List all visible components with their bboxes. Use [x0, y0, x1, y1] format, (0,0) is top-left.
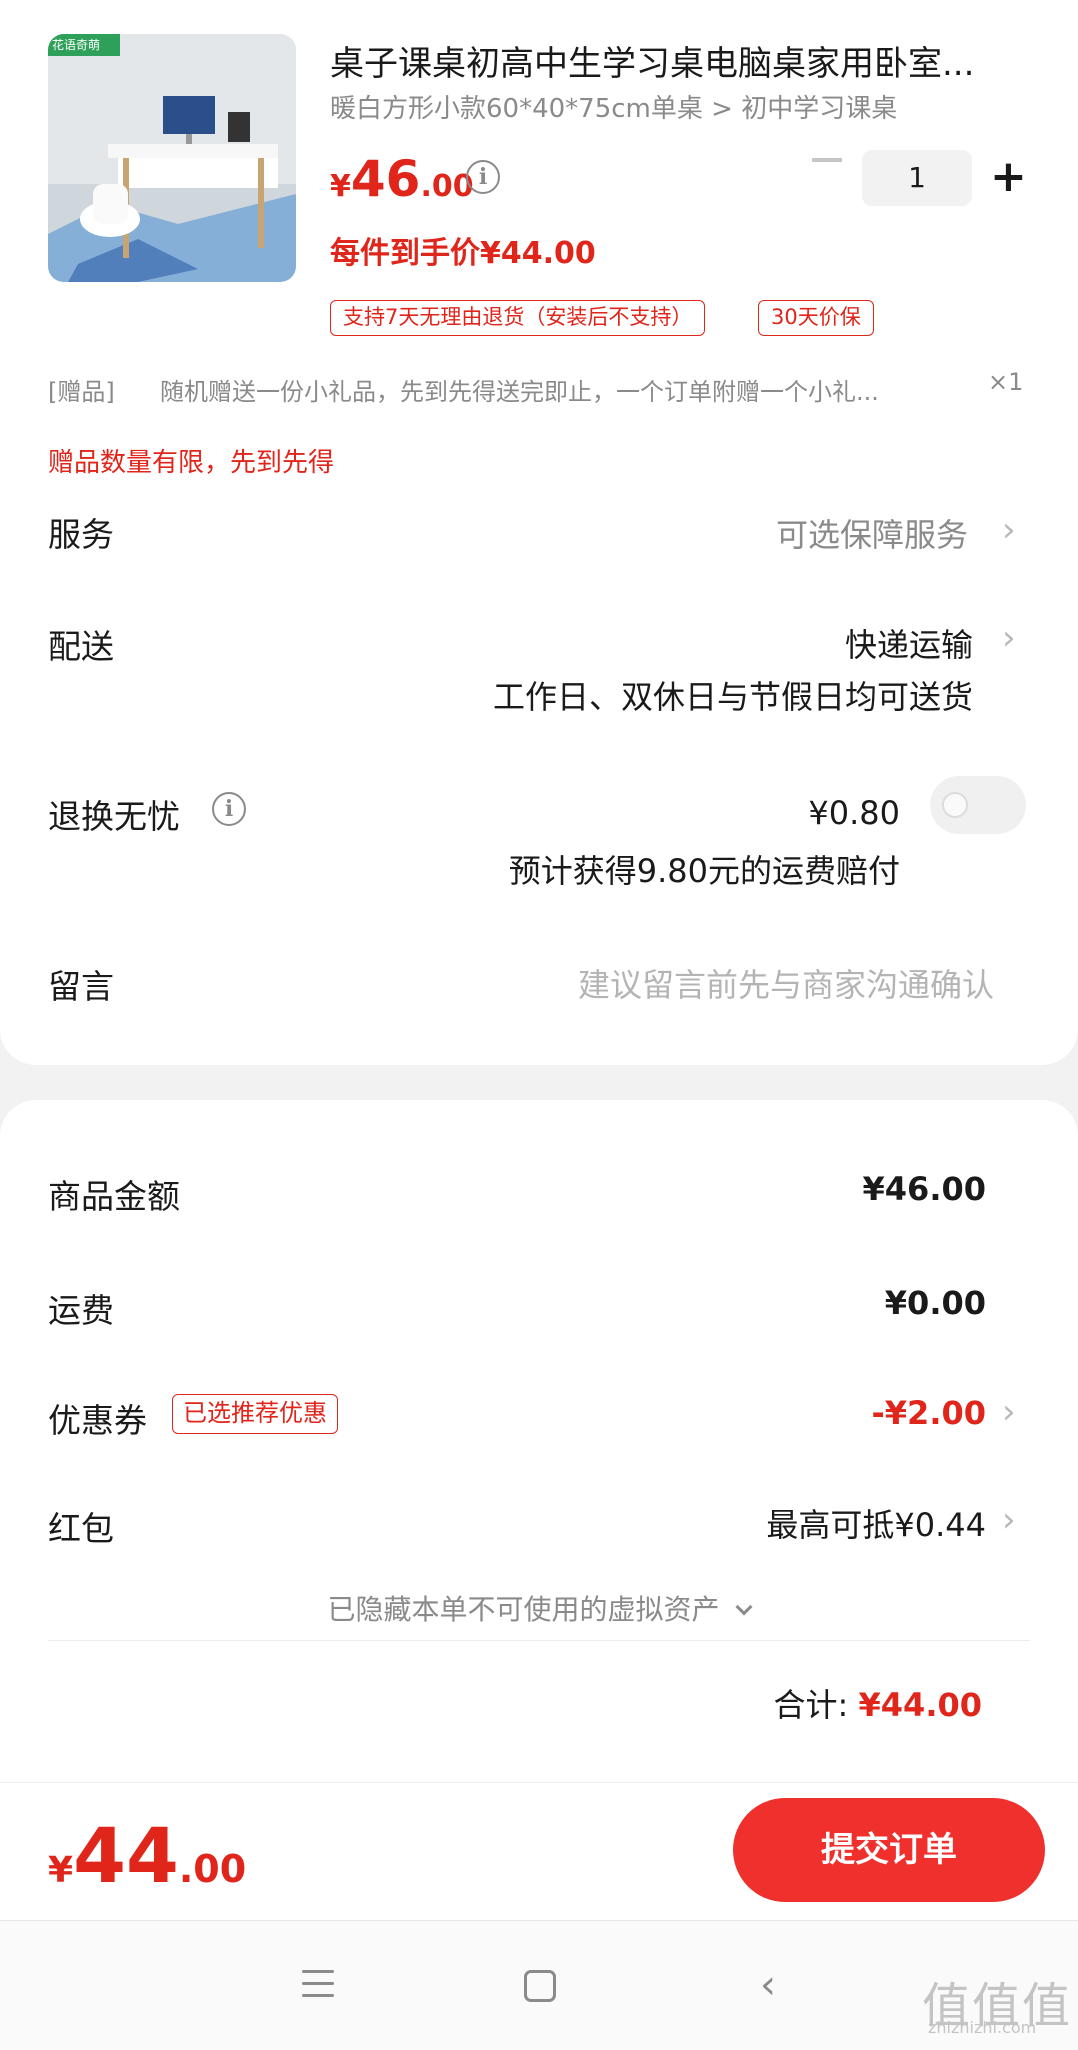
service-chevron-icon[interactable]: ›: [1002, 510, 1016, 550]
gift-text: 随机赠送一份小礼品，先到先得送完即止，一个订单附赠一个小礼...: [160, 378, 879, 406]
delivery-label: 配送: [48, 627, 114, 666]
service-value[interactable]: 可选保障服务: [776, 510, 968, 556]
gift-quantity: ×1: [988, 368, 1024, 396]
menu-icon[interactable]: [302, 1970, 334, 1998]
divider: [48, 1640, 1030, 1641]
service-label: 服务: [48, 515, 114, 554]
bottom-decimal: .00: [178, 1847, 247, 1891]
order-card: 花语奇萌 桌子课桌初高中生学习桌电脑桌家用卧室... 暖白方形小款60*40*7…: [0, 0, 1078, 1065]
bottom-total-price: ¥44.00: [48, 1811, 246, 1900]
red-packet-chevron-icon[interactable]: ›: [1002, 1500, 1016, 1540]
price-currency: ¥: [330, 169, 351, 204]
return-worry-info-icon[interactable]: i: [212, 792, 246, 826]
delivery-value[interactable]: 快递运输: [845, 620, 973, 666]
back-icon[interactable]: ‹: [760, 1962, 776, 2008]
message-input[interactable]: 建议留言前先与商家沟通确认: [578, 960, 994, 1006]
product-price: ¥46.00: [330, 150, 474, 208]
total-label: 合计:: [773, 1686, 849, 1724]
total-value: ¥44.00: [858, 1686, 982, 1724]
gift-label: [赠品]: [48, 378, 115, 406]
coupon-value[interactable]: -¥2.00: [872, 1394, 987, 1432]
summary-card: 商品金额 ¥46.00 运费 ¥0.00 优惠券 已选推荐优惠 -¥2.00 ›…: [0, 1100, 1078, 1790]
submit-order-button[interactable]: 提交订单: [733, 1798, 1045, 1902]
goods-amount-value: ¥46.00: [862, 1170, 986, 1208]
red-packet-label: 红包: [48, 1509, 114, 1548]
product-title[interactable]: 桌子课桌初高中生学习桌电脑桌家用卧室...: [330, 36, 1030, 85]
coupon-badge: 已选推荐优惠: [172, 1394, 338, 1434]
bottom-currency: ¥: [48, 1850, 74, 1891]
coupon-label: 优惠券: [48, 1401, 147, 1440]
product-logo: 花语奇萌: [52, 38, 101, 52]
product-image: [48, 34, 296, 282]
hidden-assets-text: 已隐藏本单不可使用的虚拟资产: [327, 1593, 720, 1626]
coupon-chevron-icon[interactable]: ›: [1002, 1392, 1016, 1432]
red-packet-text: 最高可抵¥0.44: [766, 1506, 986, 1544]
quantity-plus-icon[interactable]: +: [990, 152, 1027, 202]
shipping-label: 运费: [48, 1291, 114, 1330]
delivery-note: 工作日、双休日与节假日均可送货: [492, 678, 973, 716]
toggle-knob: [942, 792, 968, 818]
return-worry-label: 退换无忧: [48, 797, 180, 836]
goods-amount-label: 商品金额: [48, 1177, 180, 1216]
gift-warning: 赠品数量有限，先到先得: [48, 448, 335, 478]
shipping-value: ¥0.00: [884, 1284, 986, 1322]
return-policy-tag: 支持7天无理由退货（安装后不支持）: [330, 300, 706, 336]
hidden-assets-toggle[interactable]: 已隐藏本单不可使用的虚拟资产: [0, 1588, 1078, 1628]
total: 合计: ¥44.00: [774, 1680, 982, 1726]
quantity-input[interactable]: 1: [862, 150, 972, 206]
return-worry-note: 预计获得9.80元的运费赔付: [508, 852, 900, 890]
product-spec[interactable]: 暖白方形小款60*40*75cm单桌 > 初中学习课桌: [330, 88, 897, 125]
bottom-integer: 44: [73, 1811, 179, 1900]
quantity-minus-icon[interactable]: [812, 158, 842, 162]
red-packet-value[interactable]: 最高可抵¥0.44: [766, 1500, 986, 1546]
deal-price: 每件到手价¥44.00: [330, 236, 596, 271]
message-label: 留言: [48, 967, 114, 1006]
product-thumbnail[interactable]: 花语奇萌: [48, 34, 296, 282]
return-worry-toggle[interactable]: [930, 776, 1026, 834]
price-info-icon[interactable]: i: [466, 160, 500, 194]
chevron-down-icon: [735, 1598, 753, 1616]
watermark-url: zhizhizhi.com: [928, 2018, 1037, 2037]
delivery-chevron-icon[interactable]: ›: [1002, 618, 1016, 658]
price-protect-tag: 30天价保: [758, 300, 874, 336]
return-worry-price: ¥0.80: [808, 794, 900, 832]
home-icon[interactable]: [524, 1970, 556, 2002]
price-integer: 46: [350, 150, 421, 208]
